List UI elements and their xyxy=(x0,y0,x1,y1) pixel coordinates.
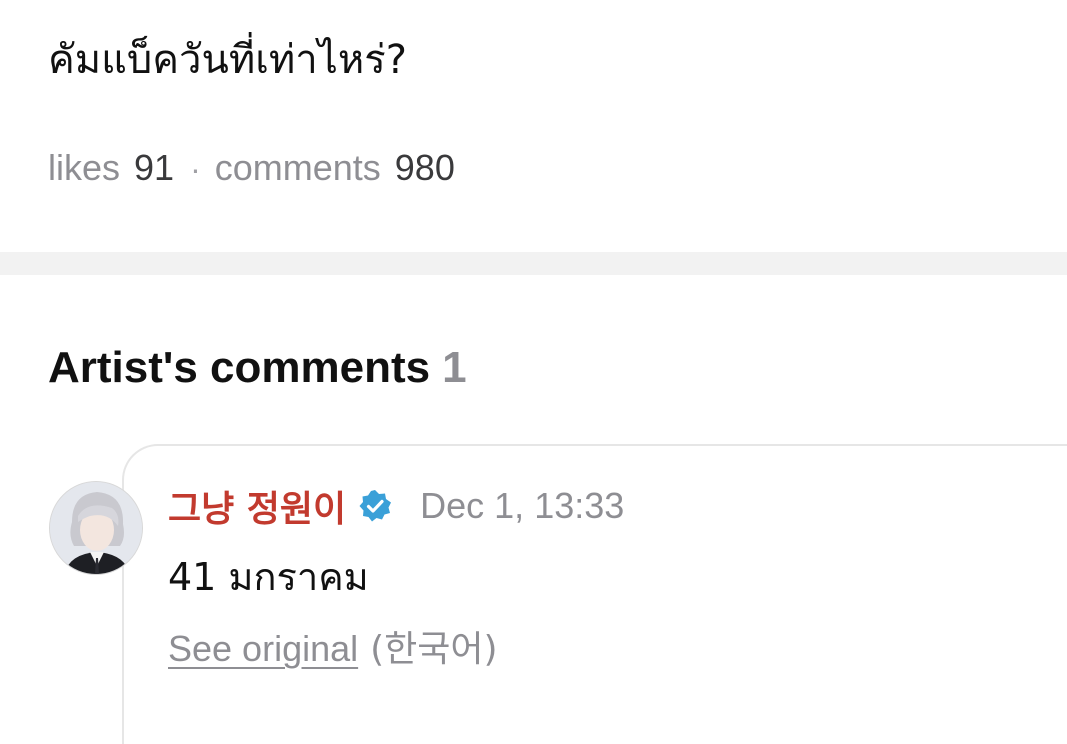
avatar-portrait-icon xyxy=(50,482,142,574)
stats-separator: · xyxy=(190,151,201,187)
section-divider xyxy=(0,252,1067,275)
likes-count[interactable]: 91 xyxy=(134,146,174,190)
comment-timestamp: Dec 1, 13:33 xyxy=(420,485,625,526)
artist-comments-count: 1 xyxy=(442,343,467,392)
post-question: คัมแบ็ควันที่เท่าไหร่? xyxy=(48,37,407,83)
see-original-link[interactable]: See original xyxy=(168,626,358,672)
avatar[interactable] xyxy=(49,481,143,575)
artist-comments-heading: Artist's comments 1 xyxy=(48,340,467,396)
original-language-label: (한국어) xyxy=(370,629,498,670)
comment-header: 그냥 정원이 Dec 1, 13:33 xyxy=(168,484,625,530)
likes-label[interactable]: likes xyxy=(48,146,120,190)
post-stats: likes 91 · comments 980 xyxy=(48,146,455,191)
verified-badge-icon xyxy=(358,489,392,523)
translation-info: See original (한국어) xyxy=(168,626,498,673)
comments-label[interactable]: comments xyxy=(215,146,381,190)
comment-author-name[interactable]: 그냥 정원이 xyxy=(168,480,346,532)
artist-comments-title: Artist's comments xyxy=(48,343,431,392)
comment-body: 41 มกราคม xyxy=(168,555,369,599)
comments-count[interactable]: 980 xyxy=(395,146,455,190)
